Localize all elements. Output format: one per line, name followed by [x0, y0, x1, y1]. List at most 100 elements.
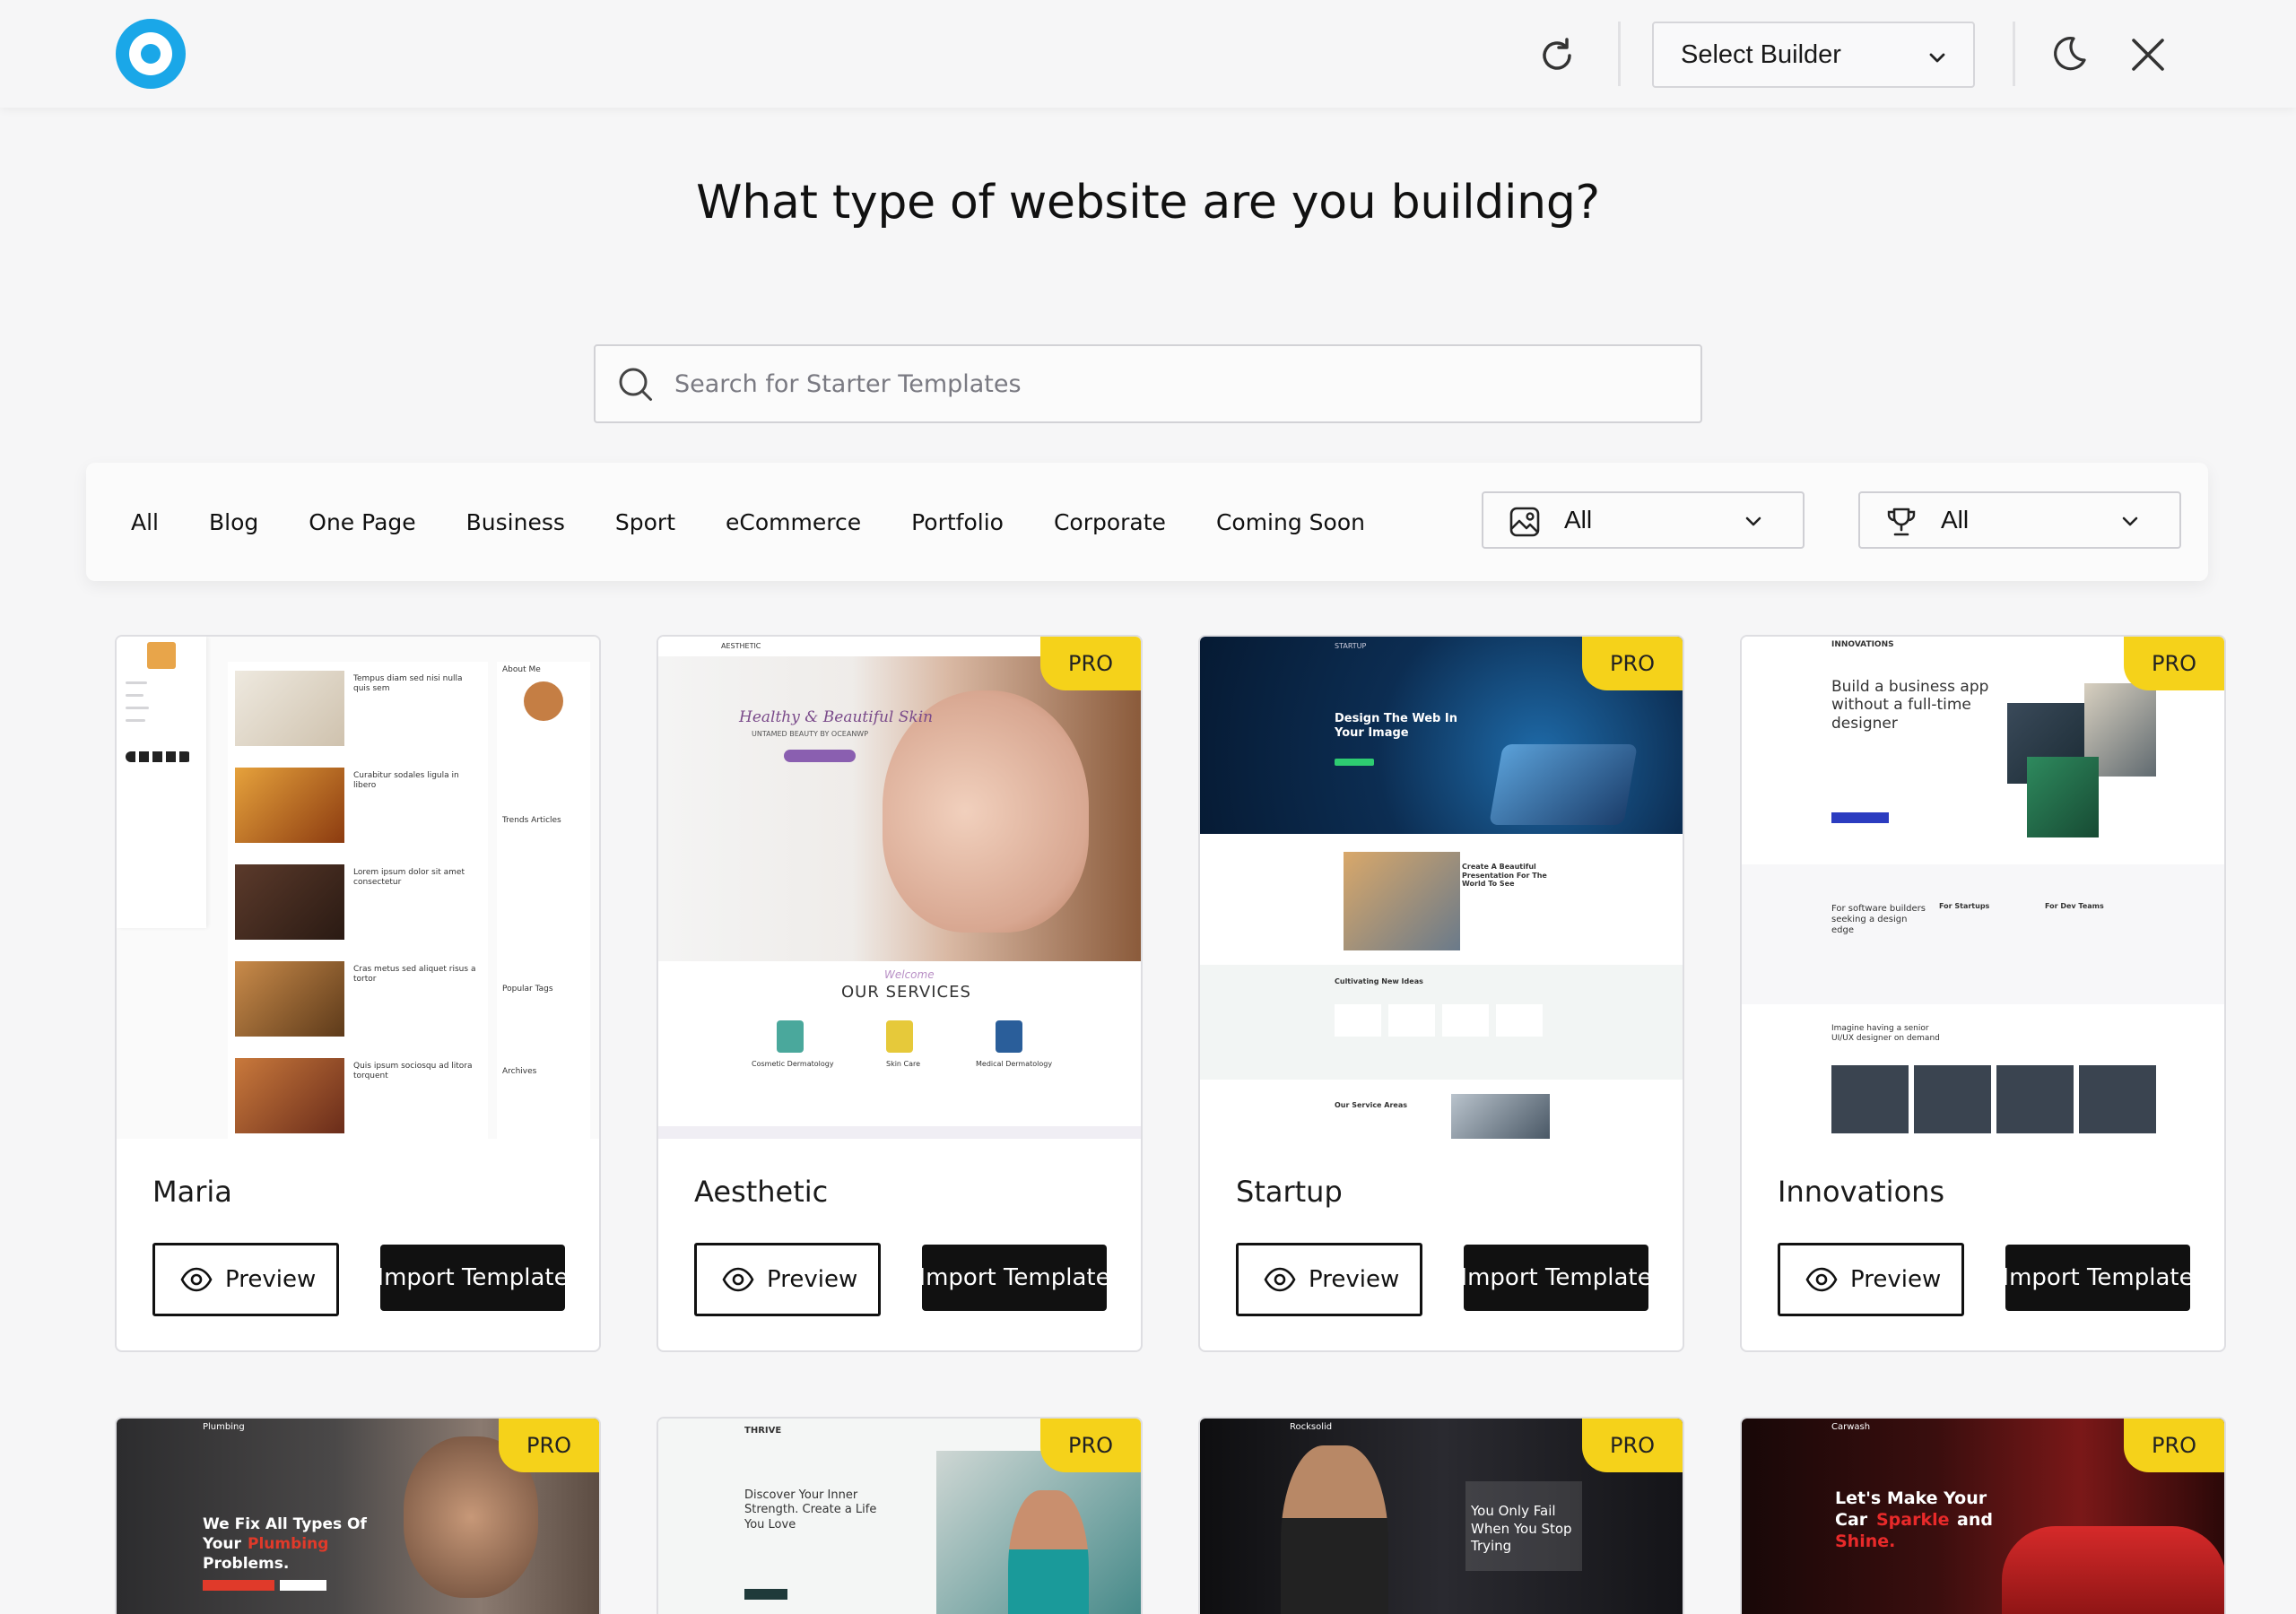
thumb-text: Our Service Areas — [1335, 1101, 1407, 1109]
thumb-text: Let's Make Your — [1835, 1488, 1987, 1508]
pro-badge: PRO — [1582, 1419, 1683, 1472]
template-card-maria: Tempus diam sed nisi nulla quis sem Cura… — [115, 635, 601, 1352]
select-builder-dropdown[interactable]: Select Builder — [1652, 22, 1975, 88]
thumb-text: Welcome — [884, 968, 935, 981]
thumb-text: Lorem ipsum dolor sit amet consectetur — [353, 868, 465, 887]
preview-label: Preview — [767, 1266, 858, 1293]
thumb-text: Cosmetic Dermatology — [752, 1060, 834, 1068]
thumb-text: Build a business app without a full-time… — [1831, 678, 1989, 733]
thumb-text: Quis ipsum sociosqu ad litora torquent — [353, 1062, 473, 1080]
thumb-text: We Fix All Types Of — [203, 1515, 367, 1533]
template-type-value: All — [1564, 506, 1593, 534]
template-tier-value: All — [1941, 506, 1970, 534]
template-name: Aesthetic — [694, 1175, 829, 1209]
thumb-text: For software builders seeking a design e… — [1831, 904, 1926, 935]
chevron-down-icon — [1745, 516, 1761, 526]
search-box — [594, 344, 1702, 423]
thumb-text: Rocksolid — [1290, 1422, 1333, 1432]
thumb-text: STARTUP — [1335, 642, 1367, 650]
page-title: What type of website are you building? — [696, 176, 1600, 230]
preview-button[interactable]: Preview — [152, 1243, 339, 1316]
preview-label: Preview — [1309, 1266, 1400, 1293]
eye-icon — [180, 1267, 213, 1292]
category-business[interactable]: Business — [466, 509, 565, 535]
category-sport[interactable]: Sport — [615, 509, 675, 535]
template-card-aesthetic: AESTHETIC Healthy & Beautiful Skin UNTAM… — [657, 635, 1143, 1352]
template-card-thrive: THRIVE Discover Your Inner Strength. Cre… — [657, 1417, 1143, 1614]
thumb-text: Archives — [502, 1067, 537, 1076]
category-portfolio[interactable]: Portfolio — [911, 509, 1004, 535]
category-one-page[interactable]: One Page — [309, 509, 415, 535]
preview-button[interactable]: Preview — [1236, 1243, 1422, 1316]
template-type-dropdown[interactable]: All — [1482, 491, 1805, 549]
category-coming-soon[interactable]: Coming Soon — [1216, 509, 1365, 535]
close-icon[interactable] — [2127, 34, 2169, 75]
template-thumbnail[interactable]: INNOVATIONS Build a business app without… — [1742, 637, 2224, 1139]
import-template-button[interactable]: Import Template — [2002, 1245, 2194, 1311]
preview-button[interactable]: Preview — [694, 1243, 881, 1316]
template-card-carwash: Carwash Let's Make Your Car Sparkle and … — [1740, 1417, 2226, 1614]
thumb-text: THRIVE — [744, 1426, 782, 1436]
thumb-text: Discover Your Inner Strength. Create a L… — [744, 1488, 877, 1532]
import-template-button[interactable]: Import Template — [918, 1245, 1110, 1311]
template-card-plumbing: Plumbing We Fix All Types Of Your Plumbi… — [115, 1417, 601, 1614]
thumb-text: Tempus diam sed nisi nulla quis sem — [353, 674, 463, 693]
thumb-text: Popular Tags — [502, 985, 553, 994]
template-thumbnail[interactable]: STARTUP Design The Web In Your Image Cre… — [1200, 637, 1683, 1139]
moon-icon[interactable] — [2047, 32, 2090, 75]
pro-badge: PRO — [1040, 1419, 1141, 1472]
thumb-text: Trends Articles — [502, 816, 561, 825]
header-divider — [2013, 22, 2015, 86]
thumb-text: Shine. — [1835, 1532, 1896, 1551]
thumb-text: Cultivating New Ideas — [1335, 977, 1423, 985]
thumb-text: Design The Web In Your Image — [1335, 712, 1457, 740]
thumb-text: Your — [203, 1535, 241, 1553]
preview-button[interactable]: Preview — [1778, 1243, 1964, 1316]
template-tier-dropdown[interactable]: All — [1858, 491, 2181, 549]
template-card-innovations: INNOVATIONS Build a business app without… — [1740, 635, 2226, 1352]
category-ecommerce[interactable]: eCommerce — [726, 509, 861, 535]
thumb-text: and — [1957, 1510, 1993, 1530]
search-icon — [619, 368, 652, 401]
template-card-startup: STARTUP Design The Web In Your Image Cre… — [1198, 635, 1684, 1352]
thumb-text: Plumbing — [203, 1422, 245, 1432]
thumb-text: You Only Fail When You Stop Trying — [1471, 1503, 1572, 1554]
thumb-text: Healthy & Beautiful Skin — [739, 708, 934, 726]
template-name: Innovations — [1778, 1175, 1945, 1209]
thumb-text: Imagine having a senior UI/UX designer o… — [1831, 1024, 1940, 1043]
header-divider — [1618, 22, 1621, 86]
thumb-text: Medical Dermatology — [976, 1060, 1053, 1068]
thumb-text: Plumbing — [248, 1535, 329, 1553]
category-blog[interactable]: Blog — [209, 509, 258, 535]
category-corporate[interactable]: Corporate — [1054, 509, 1166, 535]
import-template-button[interactable]: Import Template — [1460, 1245, 1652, 1311]
eye-icon — [1805, 1267, 1838, 1292]
thumb-text: About Me — [502, 665, 541, 674]
template-thumbnail[interactable]: AESTHETIC Healthy & Beautiful Skin UNTAM… — [658, 637, 1141, 1139]
top-bar: Select Builder — [0, 0, 2296, 108]
thumb-text: AESTHETIC — [721, 642, 761, 650]
search-input[interactable] — [674, 346, 1679, 421]
refresh-icon[interactable] — [1535, 34, 1578, 77]
thumb-text: Cras metus sed aliquet risus a tortor — [353, 965, 476, 984]
template-thumbnail[interactable]: Tempus diam sed nisi nulla quis sem Cura… — [117, 637, 599, 1139]
thumb-text: Problems. — [203, 1555, 290, 1573]
template-name: Maria — [152, 1175, 232, 1209]
import-template-button[interactable]: Import Template — [377, 1245, 569, 1311]
thumb-text: INNOVATIONS — [1831, 640, 1894, 649]
eye-icon — [722, 1267, 754, 1292]
select-builder-label: Select Builder — [1681, 39, 1841, 69]
pro-badge: PRO — [1040, 637, 1141, 690]
trophy-icon — [1887, 508, 1916, 536]
pro-badge: PRO — [2124, 637, 2224, 690]
preview-label: Preview — [1850, 1266, 1942, 1293]
image-icon — [1509, 507, 1540, 537]
eye-icon — [1264, 1267, 1296, 1292]
preview-label: Preview — [225, 1266, 317, 1293]
thumb-text: Carwash — [1831, 1422, 1871, 1432]
thumb-text: Curabitur sodales ligula in libero — [353, 771, 459, 790]
thumb-text: UNTAMED BEAUTY BY OCEANWP — [752, 730, 869, 738]
chevron-down-icon — [1929, 53, 1945, 63]
filter-bar: All Blog One Page Business Sport eCommer… — [86, 463, 2208, 581]
category-all[interactable]: All — [131, 509, 159, 535]
